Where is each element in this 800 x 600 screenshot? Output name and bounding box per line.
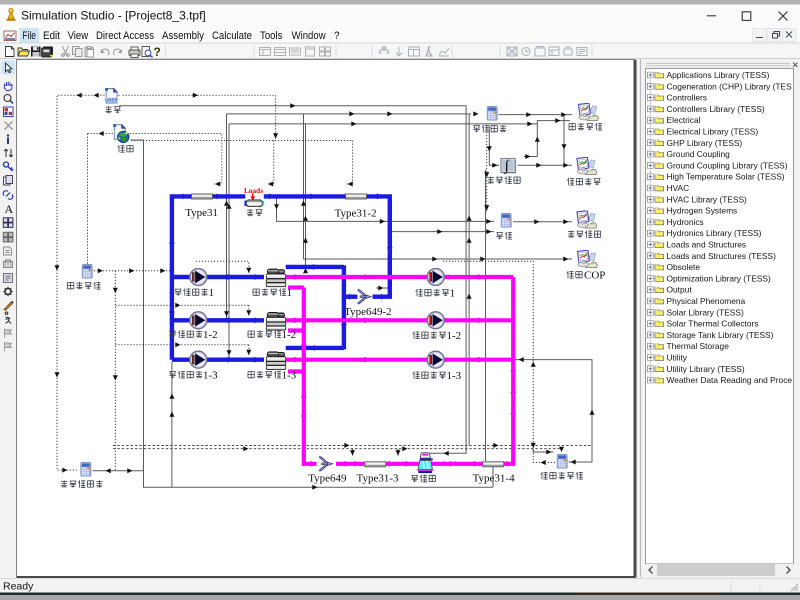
svg-text:1-3: 1-3: [282, 369, 297, 381]
svg-text:Edit: Edit: [43, 30, 60, 42]
svg-text:Calculate: Calculate: [212, 30, 252, 42]
svg-text:Electrical Library (TESS): Electrical Library (TESS): [667, 127, 759, 137]
svg-text:Simulation Studio - [Project8_: Simulation Studio - [Project8_3.tpf]: [21, 9, 206, 23]
svg-text:HVAC: HVAC: [667, 183, 690, 193]
svg-text:Assembly: Assembly: [162, 30, 204, 42]
svg-text:Direct Access: Direct Access: [96, 30, 154, 42]
svg-text:1-3: 1-3: [447, 370, 462, 382]
svg-text:Utility: Utility: [667, 353, 688, 363]
svg-text:Physical Phenomena: Physical Phenomena: [667, 296, 746, 306]
svg-text:Type31-4: Type31-4: [473, 473, 515, 485]
svg-text:Type31: Type31: [185, 207, 218, 219]
svg-text:A: A: [5, 202, 14, 216]
svg-text:Ground Coupling Library (TESS): Ground Coupling Library (TESS): [667, 160, 788, 170]
svg-text:Hydronics Library (TESS): Hydronics Library (TESS): [667, 228, 762, 238]
svg-text:Optimization Library (TESS): Optimization Library (TESS): [667, 273, 771, 283]
svg-text:?: ?: [154, 45, 161, 59]
svg-text:Loads and Structures (TESS): Loads and Structures (TESS): [667, 251, 777, 261]
svg-text:USER: USER: [105, 97, 118, 102]
svg-text:Type31-3: Type31-3: [357, 473, 399, 485]
svg-text:Hydrogen Systems: Hydrogen Systems: [667, 206, 738, 216]
svg-text:View: View: [68, 30, 89, 42]
svg-text:High Temperature Solar (TESS): High Temperature Solar (TESS): [667, 172, 785, 182]
svg-text:Window: Window: [292, 30, 326, 42]
svg-text:File: File: [22, 30, 36, 42]
svg-text:Type649-2: Type649-2: [344, 306, 392, 318]
svg-text:1: 1: [209, 287, 215, 299]
svg-text:Ground Coupling: Ground Coupling: [667, 149, 731, 159]
svg-text:Applications Library (TESS): Applications Library (TESS): [667, 70, 770, 80]
svg-text:HVAC Library (TESS): HVAC Library (TESS): [667, 194, 748, 204]
svg-text:COP: COP: [584, 270, 605, 282]
svg-text:Loads and Structures: Loads and Structures: [667, 240, 747, 250]
svg-text:?: ?: [334, 30, 340, 42]
svg-text:1-2: 1-2: [203, 329, 218, 341]
svg-text:Cogeneration (CHP) Library (TE: Cogeneration (CHP) Library (TESS): [667, 81, 800, 91]
svg-text:1-2: 1-2: [282, 329, 297, 341]
svg-text:Thermal Storage: Thermal Storage: [667, 341, 730, 351]
svg-text:1-2: 1-2: [447, 330, 462, 342]
svg-text:Output: Output: [667, 285, 693, 295]
svg-text:Solar Library (TESS): Solar Library (TESS): [667, 307, 744, 317]
svg-text:1-3: 1-3: [203, 369, 218, 381]
svg-text:Obsolete: Obsolete: [667, 262, 701, 272]
svg-text:1: 1: [287, 287, 293, 299]
svg-text:GHP Library (TESS): GHP Library (TESS): [667, 138, 743, 148]
svg-text:Loads: Loads: [244, 186, 263, 195]
svg-text:Ready: Ready: [3, 581, 34, 593]
svg-text:Solar Thermal Collectors: Solar Thermal Collectors: [667, 319, 759, 329]
svg-text:1: 1: [450, 287, 456, 299]
svg-text:Utility Library (TESS): Utility Library (TESS): [667, 364, 745, 374]
svg-text:Storage Tank Library (TESS): Storage Tank Library (TESS): [667, 330, 774, 340]
svg-text:Electrical: Electrical: [667, 115, 701, 125]
svg-text:Type649: Type649: [308, 473, 347, 485]
svg-text:Controllers Library (TESS): Controllers Library (TESS): [667, 104, 765, 114]
svg-text:Weather Data Reading and Proce: Weather Data Reading and Process: [667, 375, 800, 385]
svg-text:Type31-2: Type31-2: [335, 208, 377, 220]
svg-text:Tools: Tools: [260, 30, 283, 42]
svg-text:Hydronics: Hydronics: [667, 217, 704, 227]
svg-text:Controllers: Controllers: [667, 93, 708, 103]
